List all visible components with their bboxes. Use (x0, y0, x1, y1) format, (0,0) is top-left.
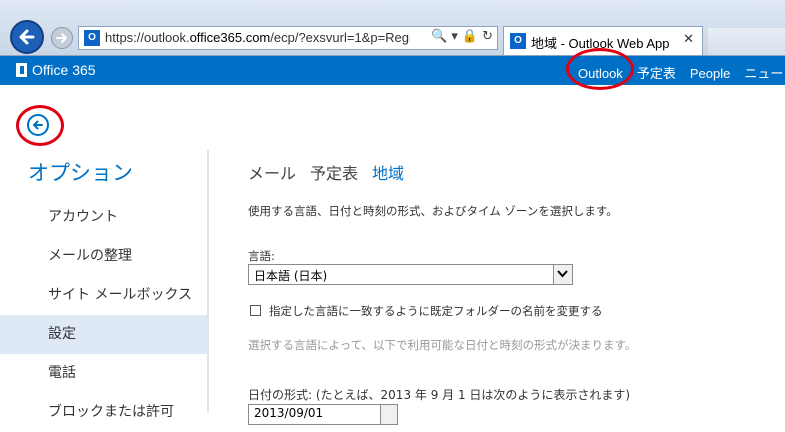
sidebar-item-block-or-allow[interactable]: ブロックまたは許可 (0, 393, 207, 432)
sidebar-divider (207, 150, 209, 412)
options-sidebar: アカウント メールの整理 サイト メールボックス 設定 電話 ブロックまたは許可 (0, 198, 207, 432)
office365-topbar: Office 365 Outlook 予定表 People ニュー (0, 56, 785, 85)
date-format-value: 2013/09/01 (254, 406, 324, 420)
language-select[interactable]: 日本語 (日本) (248, 264, 573, 285)
region-description: 使用する言語、日付と時刻の形式、およびタイム ゾーンを選択します。 (248, 204, 618, 218)
chevron-down-icon (557, 270, 568, 278)
language-value: 日本語 (日本) (254, 269, 328, 283)
sidebar-item-organize-mail[interactable]: メールの整理 (0, 237, 207, 276)
rename-folders-checkbox[interactable] (250, 305, 261, 316)
arrow-right-icon (56, 33, 67, 43)
browser-chrome: O https://outlook.office365.com/ecp/?exs… (0, 0, 785, 56)
nav-people[interactable]: People (690, 66, 730, 81)
office-logo-icon (16, 63, 27, 77)
tab-region[interactable]: 地域 (372, 164, 404, 183)
settings-tabs: メール 予定表 地域 (248, 160, 418, 184)
highlight-circle-back (16, 105, 64, 146)
address-bar-icons: 🔍 ▾ 🔒 ↻ (427, 29, 493, 44)
language-hint: 選択する言語によって、以下で利用可能な日付と時刻の形式が決まります。 (248, 338, 637, 352)
sidebar-item-account[interactable]: アカウント (0, 198, 207, 237)
outlook-favicon-icon: O (84, 30, 100, 46)
sidebar-item-phone[interactable]: 電話 (0, 354, 207, 393)
language-label: 言語: (248, 249, 275, 263)
arrow-left-icon (19, 29, 35, 45)
sidebar-item-settings[interactable]: 設定 (0, 315, 207, 354)
options-title: オプション (28, 161, 133, 185)
date-format-dropdown-button[interactable] (380, 405, 397, 424)
lock-icon[interactable]: 🔒 (462, 29, 478, 44)
nav-news[interactable]: ニュー (744, 63, 783, 82)
tab-calendar[interactable]: 予定表 (310, 164, 358, 183)
refresh-icon[interactable]: ↻ (482, 29, 493, 44)
browser-forward-button[interactable] (51, 27, 73, 49)
address-bar[interactable]: O https://outlook.office365.com/ecp/?exs… (78, 26, 498, 50)
new-tab-area[interactable] (708, 28, 785, 55)
sidebar-item-site-mailboxes[interactable]: サイト メールボックス (0, 276, 207, 315)
url-text[interactable]: https://outlook.office365.com/ecp/?exsvu… (105, 30, 410, 45)
date-format-label: 日付の形式: (たとえば、2013 年 9 月 1 日は次のように表示されます) (248, 388, 631, 402)
nav-calendar[interactable]: 予定表 (637, 63, 676, 82)
rename-folders-label[interactable]: 指定した言語に一致するように既定フォルダーの名前を変更する (269, 303, 603, 319)
office365-brand[interactable]: Office 365 (16, 62, 96, 78)
highlight-circle-outlook (566, 48, 634, 90)
outlook-favicon-icon: O (510, 33, 526, 49)
browser-back-button[interactable] (10, 20, 44, 54)
tab-mail[interactable]: メール (248, 164, 296, 183)
date-format-select[interactable]: 2013/09/01 (248, 404, 398, 425)
language-dropdown-button[interactable] (553, 265, 572, 284)
search-icon[interactable]: 🔍 (431, 29, 447, 44)
chevron-down-icon[interactable]: ▾ (451, 29, 458, 44)
close-icon[interactable]: ✕ (683, 32, 694, 47)
